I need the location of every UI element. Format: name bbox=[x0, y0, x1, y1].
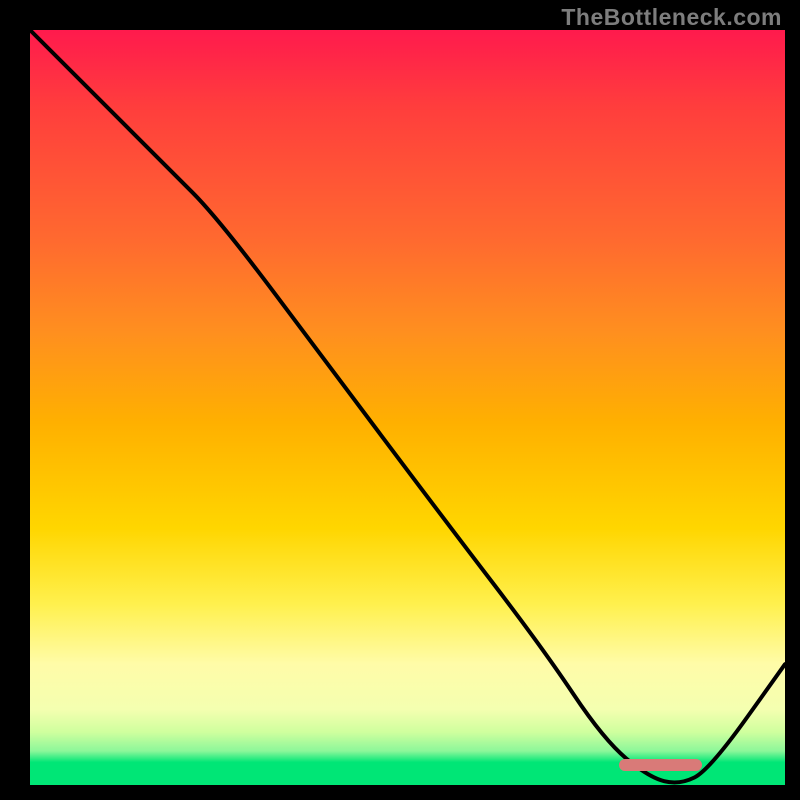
plot-area bbox=[30, 30, 785, 785]
chart-frame: TheBottleneck.com bbox=[0, 0, 800, 800]
watermark-text: TheBottleneck.com bbox=[561, 4, 782, 31]
bottleneck-curve bbox=[30, 30, 785, 785]
optimal-range-marker bbox=[619, 759, 702, 771]
